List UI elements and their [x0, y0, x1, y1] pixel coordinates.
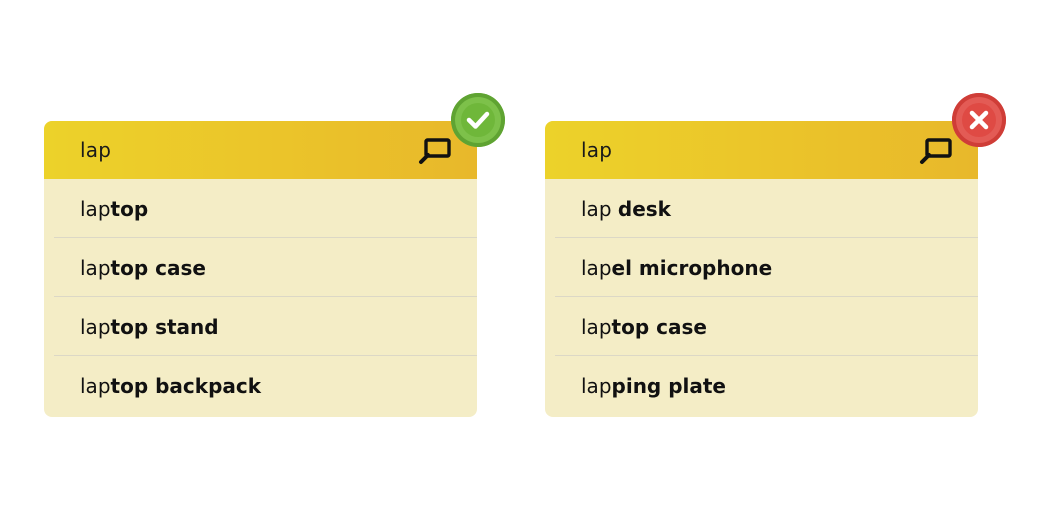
suggestion-typed-text: lap	[80, 255, 111, 280]
suggestion-completion-text: top stand	[110, 314, 219, 339]
suggestion-item[interactable]: lap top case	[545, 297, 978, 356]
suggestion-item[interactable]: lap el microphone	[545, 238, 978, 297]
suggestion-item[interactable]: lap top	[44, 179, 477, 238]
suggestion-item[interactable]: lap desk	[545, 179, 978, 238]
suggestion-item[interactable]: lap ping plate	[545, 356, 978, 415]
suggestion-completion-text: ping plate	[611, 373, 726, 398]
suggestion-item[interactable]: lap top case	[44, 238, 477, 297]
suggestion-completion-text: el microphone	[611, 255, 773, 280]
suggestion-completion-text: top case	[110, 255, 206, 280]
suggestion-completion-text: top backpack	[110, 373, 262, 398]
suggestion-typed-text: lap	[581, 373, 612, 398]
autocomplete-bad-example: lap lap desk lap el microphone lap top cas…	[545, 93, 1006, 417]
check-icon	[466, 111, 490, 129]
suggestion-typed-text: lap	[581, 314, 612, 339]
suggestion-completion-text: top case	[611, 314, 707, 339]
incorrect-badge	[952, 93, 1006, 147]
suggestion-item[interactable]: lap top backpack	[44, 356, 477, 415]
search-bar[interactable]: lap	[545, 121, 978, 179]
suggestion-typed-text: lap	[80, 373, 111, 398]
suggestion-typed-text: lap	[80, 196, 111, 221]
suggestion-item[interactable]: lap top stand	[44, 297, 477, 356]
suggestion-completion-text: top	[110, 196, 149, 221]
suggestion-list: lap desk lap el microphone lap top case la…	[545, 179, 978, 415]
suggestion-list: lap top lap top case lap top stand lap top b…	[44, 179, 477, 415]
suggestion-typed-text: lap	[581, 196, 618, 221]
search-bar[interactable]: lap	[44, 121, 477, 179]
suggestion-typed-text: lap	[80, 314, 111, 339]
correct-badge	[451, 93, 505, 147]
search-input[interactable]: lap	[581, 138, 612, 162]
search-icon[interactable]	[918, 137, 954, 165]
suggestion-typed-text: lap	[581, 255, 612, 280]
search-icon[interactable]	[417, 137, 453, 165]
suggestion-completion-text: desk	[617, 196, 671, 221]
search-input[interactable]: lap	[80, 138, 111, 162]
close-icon	[969, 110, 989, 130]
autocomplete-good-example: lap lap top lap top case lap top stand lap t…	[44, 93, 505, 417]
